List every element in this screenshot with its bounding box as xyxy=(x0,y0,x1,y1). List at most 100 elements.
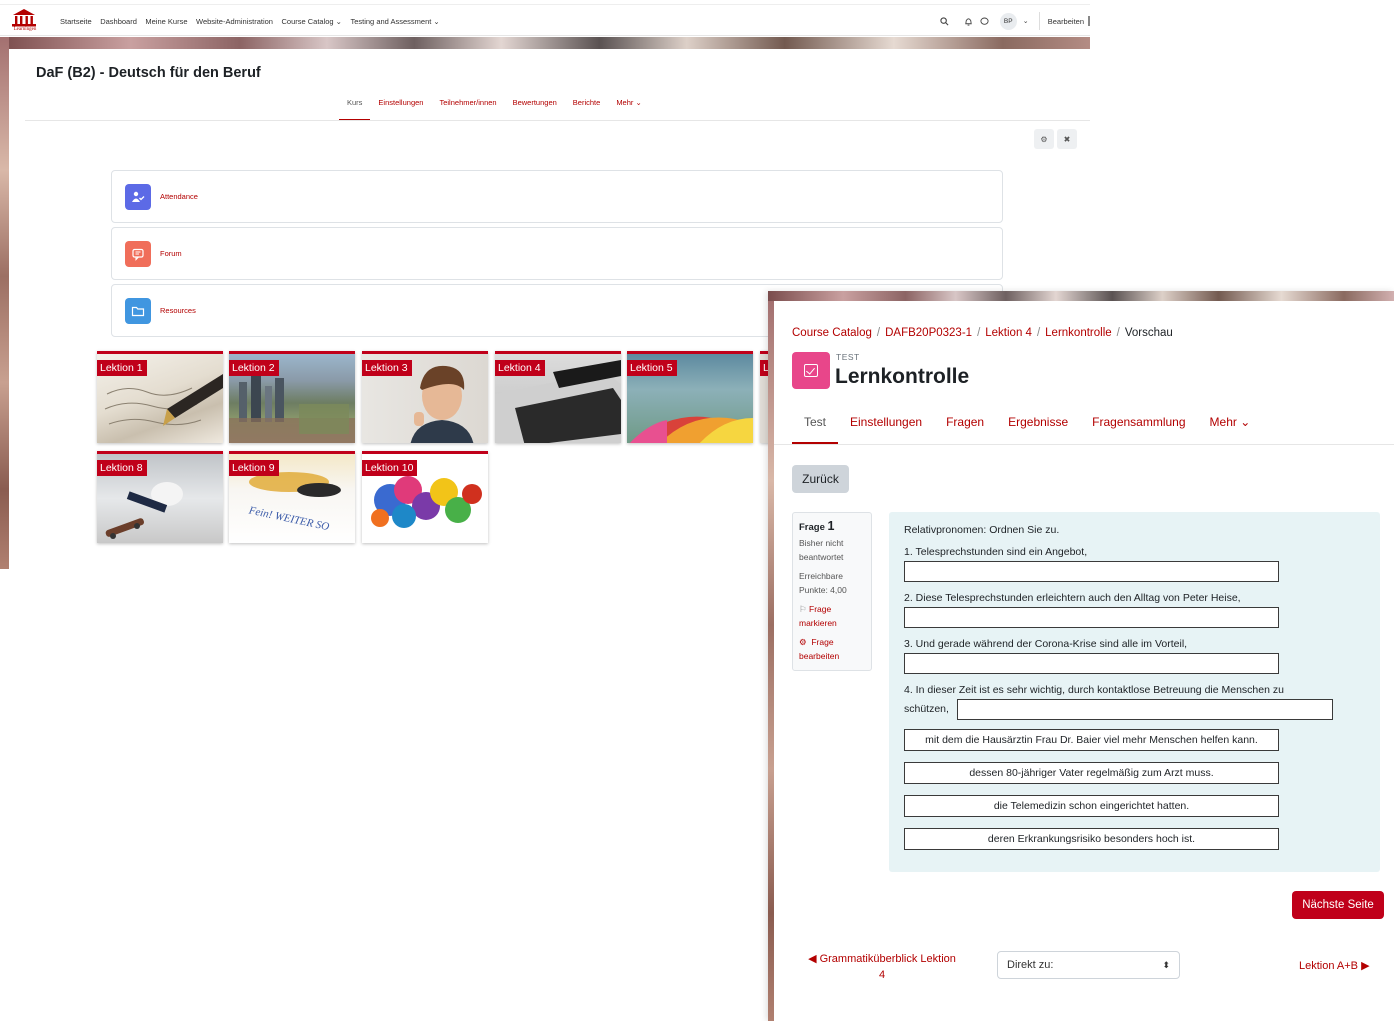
nav-dashboard[interactable]: Dashboard xyxy=(100,17,137,26)
back-button[interactable]: Zurück xyxy=(792,465,849,493)
tab-teilnehmer[interactable]: Teilnehmer/innen xyxy=(431,94,504,120)
question-status: Bisher nicht beantwortet xyxy=(799,538,844,562)
chat-icon[interactable] xyxy=(978,14,992,28)
breadcrumb-separator: / xyxy=(977,327,981,339)
edit-toggle[interactable] xyxy=(1088,16,1090,26)
breadcrumb-course-catalog[interactable]: Course Catalog xyxy=(792,327,872,339)
drag-option[interactable]: die Telemedizin schon eingerichtet hatte… xyxy=(904,795,1279,817)
drag-option[interactable]: deren Erkrankungsrisiko besonders hoch i… xyxy=(904,828,1279,850)
bell-icon[interactable] xyxy=(962,14,976,28)
previous-activity-link[interactable]: ◀ Grammatiküberblick Lektion 4 xyxy=(802,951,962,983)
jump-to-label: Direkt zu: xyxy=(1007,959,1054,971)
activity-attendance[interactable]: Attendance xyxy=(111,170,1003,223)
close-icon[interactable]: ✖ xyxy=(1057,129,1077,149)
question-content: Relativpronomen: Ordnen Sie zu. 1. Teles… xyxy=(889,512,1380,872)
lesson-tile[interactable]: Lektion 8 xyxy=(97,451,223,543)
chevron-down-icon[interactable]: ⌄ xyxy=(1019,14,1033,28)
breadcrumb-current: Vorschau xyxy=(1124,327,1173,339)
next-page-button[interactable]: Nächste Seite xyxy=(1292,891,1384,919)
flag-question-link[interactable]: ⚐ Frage markieren xyxy=(799,603,865,630)
lesson-tile[interactable]: Lektion 5 xyxy=(627,351,753,443)
sentence-3: 3. Und gerade während der Corona-Krise s… xyxy=(904,638,1188,650)
lesson-tile[interactable]: Fein! WEITER SO Lektion 9 xyxy=(229,451,355,543)
nav-startseite[interactable]: Startseite xyxy=(60,17,92,26)
question-prompt: Relativpronomen: Ordnen Sie zu. xyxy=(904,524,1060,536)
tab-mehr[interactable]: Mehr ⌄ xyxy=(608,94,649,120)
attendance-icon xyxy=(125,184,151,210)
lesson-tile[interactable]: Lektion 4 xyxy=(495,351,621,443)
forum-icon xyxy=(125,241,151,267)
lesson-tile[interactable]: Lektion 10 xyxy=(362,451,488,543)
background-strip xyxy=(768,301,774,1021)
gear-icon[interactable]: ⚙ xyxy=(1034,129,1054,149)
drop-zone-1[interactable] xyxy=(904,561,1279,582)
tab-fragen[interactable]: Fragen xyxy=(934,411,996,444)
next-activity-link[interactable]: Lektion A+B ▶ xyxy=(1299,959,1370,972)
jump-to-select[interactable]: Direkt zu: ⬍ xyxy=(997,951,1180,979)
lesson-tile[interactable]: Lektion 1 xyxy=(97,351,223,443)
question-info: Frage 1 Bisher nicht beantwortet Erreichb… xyxy=(792,512,872,671)
site-logo[interactable]: Learningen xyxy=(8,8,40,36)
header-banner xyxy=(768,291,1394,301)
header-banner xyxy=(0,37,1090,49)
breadcrumb-separator: / xyxy=(1036,327,1041,339)
drag-option[interactable]: mit dem die Hausärztin Frau Dr. Baier vi… xyxy=(904,729,1279,751)
select-arrows-icon: ⬍ xyxy=(1162,959,1170,970)
nav-testing-assessment[interactable]: Testing and Assessment ⌄ xyxy=(350,17,439,26)
lesson-label: Lektion 2 xyxy=(229,360,279,376)
tab-ergebnisse[interactable]: Ergebnisse xyxy=(996,411,1080,444)
activity-label[interactable]: Resources xyxy=(160,306,196,315)
tab-mehr[interactable]: Mehr ⌄ xyxy=(1198,411,1263,444)
course-tabs: Kurs Einstellungen Teilnehmer/innen Bewe… xyxy=(339,94,650,121)
tab-fragensammlung[interactable]: Fragensammlung xyxy=(1080,411,1197,444)
sentence-2: 2. Diese Telesprechstunden erleichtern a… xyxy=(904,592,1241,604)
drag-option[interactable]: dessen 80-jähriger Vater regelmäßig zum … xyxy=(904,762,1279,784)
activity-forum[interactable]: Forum xyxy=(111,227,1003,280)
sentence-1: 1. Telesprechstunden sind ein Angebot, xyxy=(904,546,1088,558)
edit-question-link[interactable]: ⚙ Frage bearbeiten xyxy=(799,636,865,663)
background-strip xyxy=(0,37,9,569)
sentence-4: 4. In dieser Zeit ist es sehr wichtig, d… xyxy=(904,684,1284,696)
nav-website-administration[interactable]: Website-Administration xyxy=(196,17,273,26)
drop-zone-2[interactable] xyxy=(904,607,1279,628)
tile-image-text: Fein! WEITER SO xyxy=(247,504,331,533)
navbar-divider xyxy=(1038,12,1040,30)
lesson-label: Lektion 9 xyxy=(229,460,279,476)
tab-bewertungen[interactable]: Bewertungen xyxy=(505,94,565,120)
lesson-label: Lektion 10 xyxy=(362,460,418,476)
drop-zone-3[interactable] xyxy=(904,653,1279,674)
primary-nav: Startseite Dashboard Meine Kurse Website… xyxy=(60,5,448,37)
tab-berichte[interactable]: Berichte xyxy=(565,94,609,120)
nav-meine-kurse[interactable]: Meine Kurse xyxy=(145,17,187,26)
activity-label[interactable]: Forum xyxy=(160,249,182,258)
drop-zone-4[interactable] xyxy=(957,699,1333,720)
folder-icon xyxy=(125,298,151,324)
breadcrumb-quiz[interactable]: Lernkontrolle xyxy=(1045,327,1111,339)
search-icon[interactable] xyxy=(938,14,952,28)
lesson-label: Lektion 4 xyxy=(495,360,545,376)
tab-einstellungen[interactable]: Einstellungen xyxy=(838,411,934,444)
page-title: Lernkontrolle xyxy=(835,365,970,388)
lesson-label: Lektion 8 xyxy=(97,460,147,476)
user-avatar[interactable]: BP xyxy=(999,12,1017,30)
tab-einstellungen[interactable]: Einstellungen xyxy=(370,94,431,120)
tab-test[interactable]: Test xyxy=(792,411,839,444)
activity-label[interactable]: Attendance xyxy=(160,192,198,201)
question-points: Erreichbare Punkte: 4,00 xyxy=(799,571,847,595)
gear-icon: ⚙ xyxy=(799,637,807,647)
nav-course-catalog[interactable]: Course Catalog ⌄ xyxy=(281,17,341,26)
tab-divider xyxy=(774,444,1394,445)
lesson-tile[interactable]: Lektion 2 xyxy=(229,351,355,443)
flag-icon: ⚐ xyxy=(799,604,807,614)
breadcrumb-course[interactable]: DAFB20P0323-1 xyxy=(885,327,972,339)
question-number: Frage 1 xyxy=(799,519,835,533)
lesson-label: Lektion 5 xyxy=(627,360,677,376)
quiz-icon xyxy=(792,352,830,389)
breadcrumb-section[interactable]: Lektion 4 xyxy=(985,327,1032,339)
lesson-label: Lektion 3 xyxy=(362,360,412,376)
tab-kurs[interactable]: Kurs xyxy=(339,94,371,121)
quiz-tabs: Test Einstellungen Fragen Ergebnisse Fra… xyxy=(792,411,1262,444)
lesson-tile[interactable]: Lektion 3 xyxy=(362,351,488,443)
course-title: DaF (B2) - Deutsch für den Beruf xyxy=(36,65,261,81)
edit-mode-label[interactable]: Bearbeiten xyxy=(1048,17,1084,26)
